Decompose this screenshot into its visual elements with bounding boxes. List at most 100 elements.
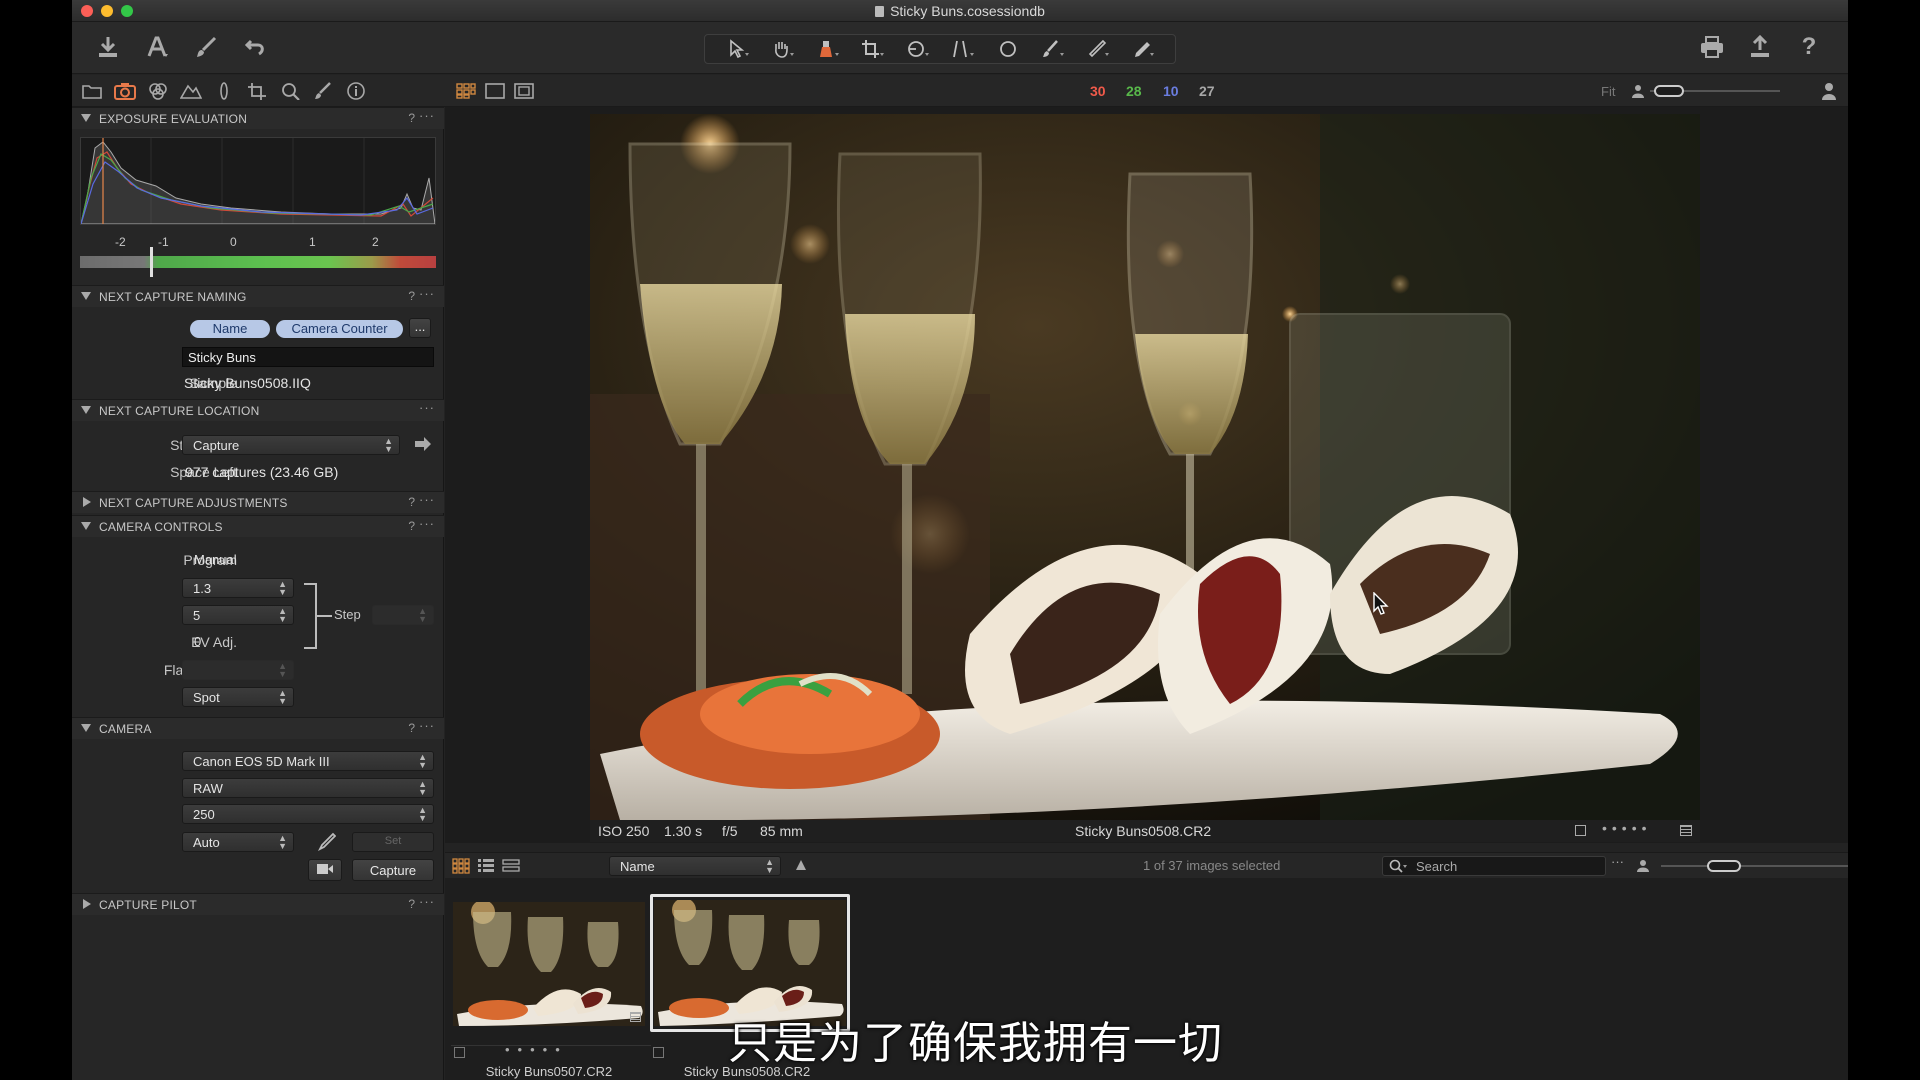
help-question-icon[interactable]: ? [408,111,415,125]
grid-view-icon[interactable] [454,81,478,101]
print-icon[interactable] [1696,32,1728,62]
color-tag-icon[interactable] [630,1012,641,1022]
more-options-icon[interactable]: ··· [419,894,435,909]
format-more-button[interactable]: ... [409,318,431,338]
more-options-icon[interactable]: ··· [419,286,435,301]
exposure-icon[interactable] [179,81,203,101]
go-to-folder-arrow-icon[interactable] [414,436,432,455]
aperture-dropdown[interactable]: 5 ▲ ▼ [182,605,294,625]
library-icon[interactable] [80,81,104,101]
camera-format-dropdown[interactable]: RAW ▲ ▼ [182,778,434,798]
name-field[interactable]: Sticky Buns [182,347,434,367]
rotate-icon[interactable] [898,35,938,63]
thumbnail-size-slider[interactable] [1661,860,1848,872]
browser-grid-icon[interactable] [452,858,470,877]
camera-controls-header[interactable]: CAMERA CONTROLS ? ··· [72,515,444,537]
fullscreen-view-icon[interactable] [512,81,536,101]
color-picker-icon[interactable] [808,35,848,63]
select-pointer-icon[interactable] [718,35,758,63]
format-token-camera-counter[interactable]: Camera Counter [276,320,403,338]
details-icon[interactable] [278,81,302,101]
sort-direction-icon[interactable] [795,859,807,874]
more-options-icon[interactable]: ··· [419,400,435,415]
live-view-button[interactable] [308,859,342,881]
browser-list-icon[interactable] [477,858,495,877]
help-question-icon[interactable]: ? [408,897,415,911]
help-question-icon[interactable]: ? [408,721,415,735]
adjustments-icon[interactable] [311,81,335,101]
star-rating-dots[interactable]: ••••• [505,1042,568,1057]
more-options-icon[interactable]: ··· [419,516,435,531]
flash-mode-dropdown[interactable]: ▲ ▼ [182,660,294,680]
spot-removal-icon[interactable] [988,35,1028,63]
more-options-icon[interactable]: ··· [419,108,435,123]
iso-dropdown[interactable]: 250 ▲ ▼ [182,804,434,824]
search-field[interactable]: Search [1382,856,1606,876]
select-checkbox[interactable] [454,1047,465,1058]
capture-pilot-header[interactable]: CAPTURE PILOT ? ··· [72,893,444,915]
zoom-slider[interactable] [1650,85,1780,97]
help-question-icon[interactable]: ? [408,519,415,533]
collapse-triangle-icon[interactable] [81,292,91,300]
select-checkbox[interactable] [1575,825,1586,836]
sort-dropdown[interactable]: Name ▲ ▼ [609,856,781,876]
star-rating-dots[interactable]: ••••• [1602,820,1652,836]
thumbnail-size-slider-handle[interactable] [1707,860,1741,872]
zoom-slider-handle[interactable] [1654,85,1684,97]
export-icon[interactable] [1744,32,1776,62]
more-options-icon[interactable]: ··· [419,492,435,507]
picker-icon[interactable] [1123,35,1163,63]
shutter-dropdown[interactable]: 1.3 ▲ ▼ [182,578,294,598]
help-icon[interactable]: ? [1793,32,1825,62]
metering-dropdown[interactable]: Spot ▲ ▼ [182,687,294,707]
lens-icon[interactable] [212,81,236,101]
next-capture-naming-header[interactable]: NEXT CAPTURE NAMING ? ··· [72,285,444,307]
collapse-triangle-icon[interactable] [81,114,91,122]
next-capture-location-header[interactable]: NEXT CAPTURE LOCATION ··· [72,399,444,421]
search-options-icon[interactable]: ··· [1611,854,1624,869]
rating-count-red[interactable]: 30 [1090,83,1106,99]
rating-count-blue[interactable]: 10 [1163,83,1179,99]
collapse-triangle-icon[interactable] [81,522,91,530]
camera-dropdown[interactable]: Canon EOS 5D Mark III ▲ ▼ [182,751,434,771]
capture-button[interactable]: Capture [352,859,434,881]
eyedropper-icon[interactable] [316,831,337,854]
rating-count-green[interactable]: 28 [1126,83,1142,99]
keystone-icon[interactable] [943,35,983,63]
crop-icon[interactable] [853,35,893,63]
more-options-icon[interactable]: ··· [419,718,435,733]
rating-count-all[interactable]: 27 [1199,83,1215,99]
undo-icon[interactable] [240,32,272,62]
capture-icon[interactable] [113,81,137,101]
help-question-icon[interactable]: ? [408,495,415,509]
browser-filmstrip-icon[interactable] [502,858,520,877]
camera-header[interactable]: CAMERA ? ··· [72,717,444,739]
image-viewer[interactable]: ISO 250 1.30 s f/5 85 mm Sticky Buns0508… [445,107,1848,843]
brush-mask-icon[interactable] [1033,35,1073,63]
brush-icon[interactable] [190,32,222,62]
text-icon[interactable] [142,32,174,62]
thumbnail-0507[interactable] [453,902,645,1026]
import-icon[interactable] [92,32,124,62]
color-icon[interactable] [146,81,170,101]
crop-tab-icon[interactable] [245,81,269,101]
hand-pan-icon[interactable] [763,35,803,63]
step-dropdown[interactable]: ▲ ▼ [372,605,434,625]
collapse-triangle-icon[interactable] [81,406,91,414]
store-files-dropdown[interactable]: Capture ▲ ▼ [182,435,400,455]
color-tag-icon[interactable] [1680,825,1692,836]
exposure-evaluation-header[interactable]: EXPOSURE EVALUATION ? ··· [72,107,444,129]
select-checkbox[interactable] [653,1047,664,1058]
help-question-icon[interactable]: ? [408,289,415,303]
single-view-icon[interactable] [483,81,507,101]
balance-dropdown[interactable]: Auto ▲ ▼ [182,832,294,852]
set-button[interactable]: Set [352,832,434,852]
eraser-icon[interactable] [1078,35,1118,63]
expand-triangle-icon[interactable] [83,497,91,507]
collapse-triangle-icon[interactable] [81,724,91,732]
metadata-icon[interactable] [344,81,368,101]
format-token-name[interactable]: Name [190,320,270,338]
expand-triangle-icon[interactable] [83,899,91,909]
main-photo[interactable] [590,114,1700,820]
next-capture-adjustments-header[interactable]: NEXT CAPTURE ADJUSTMENTS ? ··· [72,491,444,513]
